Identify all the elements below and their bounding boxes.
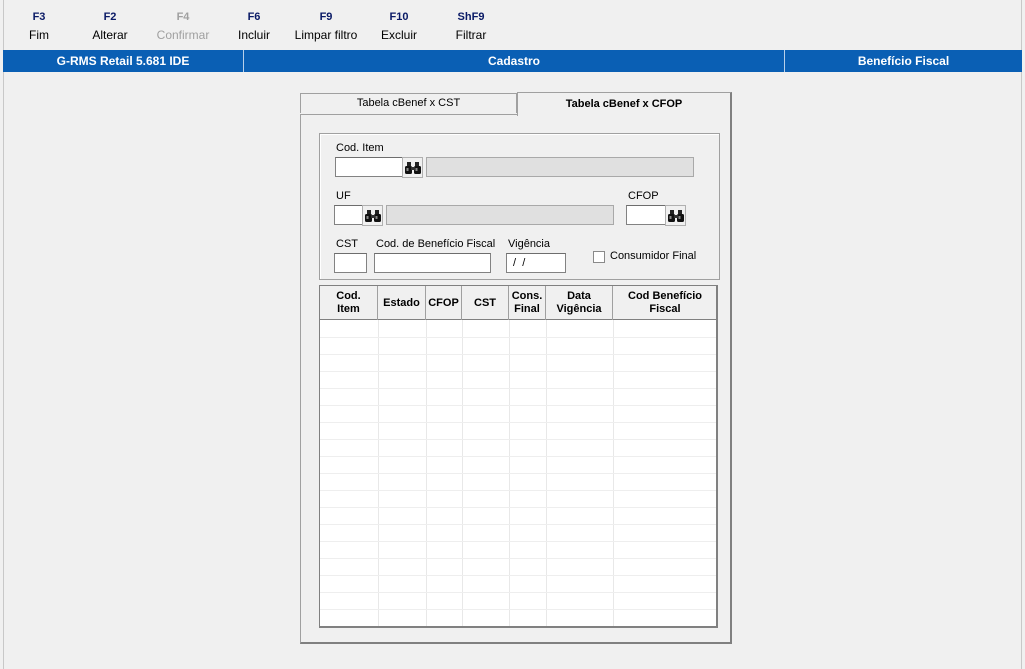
grid-row-line: [320, 371, 716, 372]
screen-title: Benefício Fiscal: [857, 54, 950, 68]
grid-row-line: [320, 388, 716, 389]
excluir-button[interactable]: F10 Excluir: [381, 9, 417, 43]
vigencia-date-input[interactable]: [506, 253, 566, 273]
col-cst[interactable]: CST: [462, 286, 509, 320]
grid-row-line: [320, 456, 716, 457]
filtrar-button[interactable]: ShF9 Filtrar: [456, 9, 487, 43]
col-data-vigencia[interactable]: Data Vigência: [546, 286, 613, 320]
confirmar-label: Confirmar: [156, 28, 210, 42]
grid-row-line: [320, 524, 716, 525]
limpar-filtro-key: F9: [319, 11, 333, 23]
grid-column-line: [613, 320, 614, 626]
grid-column-line: [546, 320, 547, 626]
binoculars-icon: [364, 209, 381, 222]
col-estado-label: Estado: [383, 296, 420, 309]
cbenef-cfop-grid[interactable]: Cod. Item Estado CFOP CST Cons. Final Da…: [319, 285, 718, 628]
cod-item-description: [426, 157, 694, 177]
alterar-label: Alterar: [92, 28, 128, 42]
cst-input[interactable]: [334, 253, 367, 273]
limpar-filtro-label: Limpar filtro: [294, 28, 358, 42]
uf-label: UF: [336, 190, 351, 202]
alterar-key: F2: [103, 11, 117, 23]
grid-row-line: [320, 354, 716, 355]
cst-label: CST: [336, 238, 358, 250]
grid-row-line: [320, 439, 716, 440]
confirmar-button[interactable]: F4 Confirmar: [157, 9, 210, 43]
incluir-button[interactable]: F6 Incluir: [238, 9, 270, 43]
grid-row-line: [320, 473, 716, 474]
window-right-border: [1021, 0, 1022, 669]
cfop-input[interactable]: [626, 205, 666, 225]
col-cfop-label: CFOP: [428, 296, 459, 309]
status-bar: G-RMS Retail 5.681 IDE Cadastro Benefíci…: [3, 50, 1022, 72]
alterar-button[interactable]: F2 Alterar: [92, 9, 127, 43]
tab-cbenef-cfop[interactable]: Tabela cBenef x CFOP: [517, 92, 732, 116]
excluir-key: F10: [389, 11, 409, 23]
confirmar-key: F4: [176, 11, 190, 23]
col-cons-final[interactable]: Cons. Final: [509, 286, 546, 320]
binoculars-icon: [667, 209, 684, 222]
grid-row-line: [320, 592, 716, 593]
col-cfop[interactable]: CFOP: [426, 286, 462, 320]
vigencia-label: Vigência: [508, 238, 550, 250]
cod-beneficio-input[interactable]: [374, 253, 491, 273]
uf-find-button[interactable]: [362, 205, 383, 226]
consumidor-final-checkbox[interactable]: [593, 251, 605, 263]
fim-button[interactable]: F3 Fim: [29, 9, 49, 43]
col-cod-item[interactable]: Cod. Item: [320, 286, 378, 320]
grid-row-line: [320, 490, 716, 491]
incluir-label: Incluir: [237, 28, 271, 42]
grid-row-line: [320, 558, 716, 559]
fim-key: F3: [32, 11, 46, 23]
uf-input[interactable]: [334, 205, 363, 225]
app-version: G-RMS Retail 5.681 IDE: [56, 54, 190, 68]
tab-cbenef-cst[interactable]: Tabela cBenef x CST: [300, 93, 517, 113]
grid-column-line: [509, 320, 510, 626]
grid-row-line: [320, 541, 716, 542]
window-left-border: [3, 0, 4, 669]
incluir-key: F6: [247, 11, 261, 23]
consumidor-final-label: Consumidor Final: [610, 250, 697, 262]
cod-item-label: Cod. Item: [336, 142, 384, 154]
binoculars-icon: [404, 161, 421, 174]
grid-column-line: [426, 320, 427, 626]
grid-row-line: [320, 337, 716, 338]
cfop-label: CFOP: [628, 190, 659, 202]
filtrar-label: Filtrar: [455, 28, 487, 42]
col-data-vigencia-label: Data Vigência: [556, 290, 602, 315]
excluir-label: Excluir: [380, 28, 418, 42]
cfop-find-button[interactable]: [665, 205, 686, 226]
fim-label: Fim: [29, 28, 49, 42]
grid-header: Cod. Item Estado CFOP CST Cons. Final Da…: [320, 286, 716, 320]
grid-row-line: [320, 609, 716, 610]
limpar-filtro-button[interactable]: F9 Limpar filtro: [295, 9, 358, 43]
grid-row-line: [320, 405, 716, 406]
col-cod-beneficio-fiscal-label: Cod Benefício Fiscal: [628, 290, 702, 315]
col-cod-beneficio-fiscal[interactable]: Cod Benefício Fiscal: [613, 286, 716, 320]
function-key-toolbar: F3 Fim F2 Alterar F4 Confirmar F6 Inclui…: [0, 0, 1025, 48]
grid-row-line: [320, 507, 716, 508]
module-name: Cadastro: [487, 54, 540, 68]
col-estado[interactable]: Estado: [378, 286, 426, 320]
grid-column-line: [378, 320, 379, 626]
col-cod-item-label: Cod. Item: [336, 290, 361, 315]
grid-row-line: [320, 422, 716, 423]
grid-row-line: [320, 575, 716, 576]
grid-column-line: [462, 320, 463, 626]
uf-description: [386, 205, 614, 225]
cod-item-input[interactable]: [335, 157, 403, 177]
cod-item-find-button[interactable]: [402, 157, 423, 178]
col-cst-label: CST: [474, 296, 496, 309]
col-cons-final-label: Cons. Final: [511, 290, 543, 315]
filtrar-key: ShF9: [457, 11, 485, 23]
cod-beneficio-label: Cod. de Benefício Fiscal: [376, 238, 496, 250]
